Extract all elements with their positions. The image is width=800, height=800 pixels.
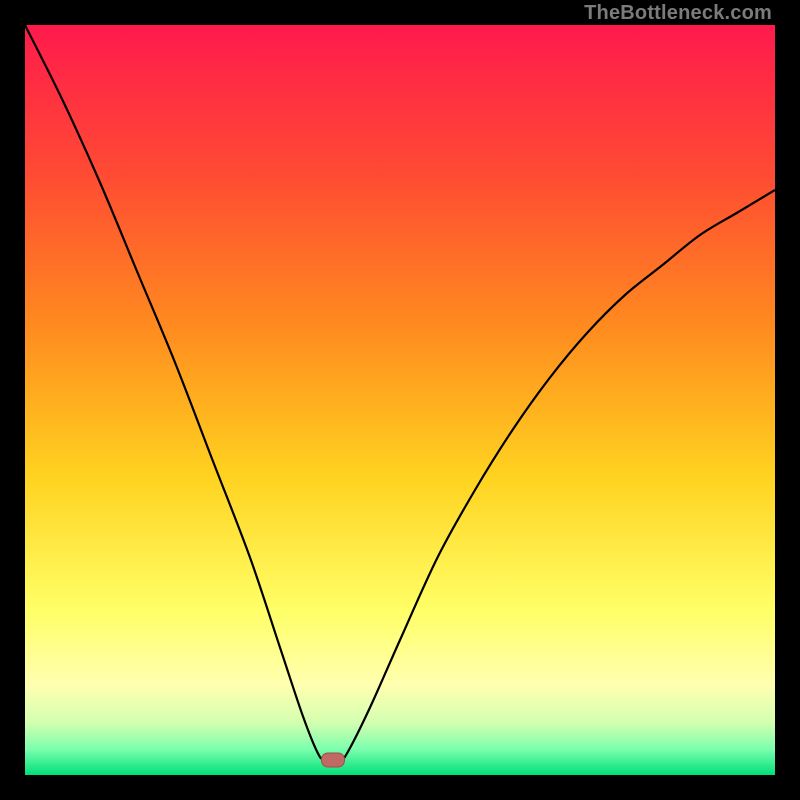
plot-area <box>25 25 775 775</box>
bottleneck-curve <box>25 25 775 775</box>
watermark-text: TheBottleneck.com <box>584 2 772 25</box>
chart-frame: TheBottleneck.com <box>0 0 800 800</box>
optimal-point-marker <box>321 753 345 768</box>
